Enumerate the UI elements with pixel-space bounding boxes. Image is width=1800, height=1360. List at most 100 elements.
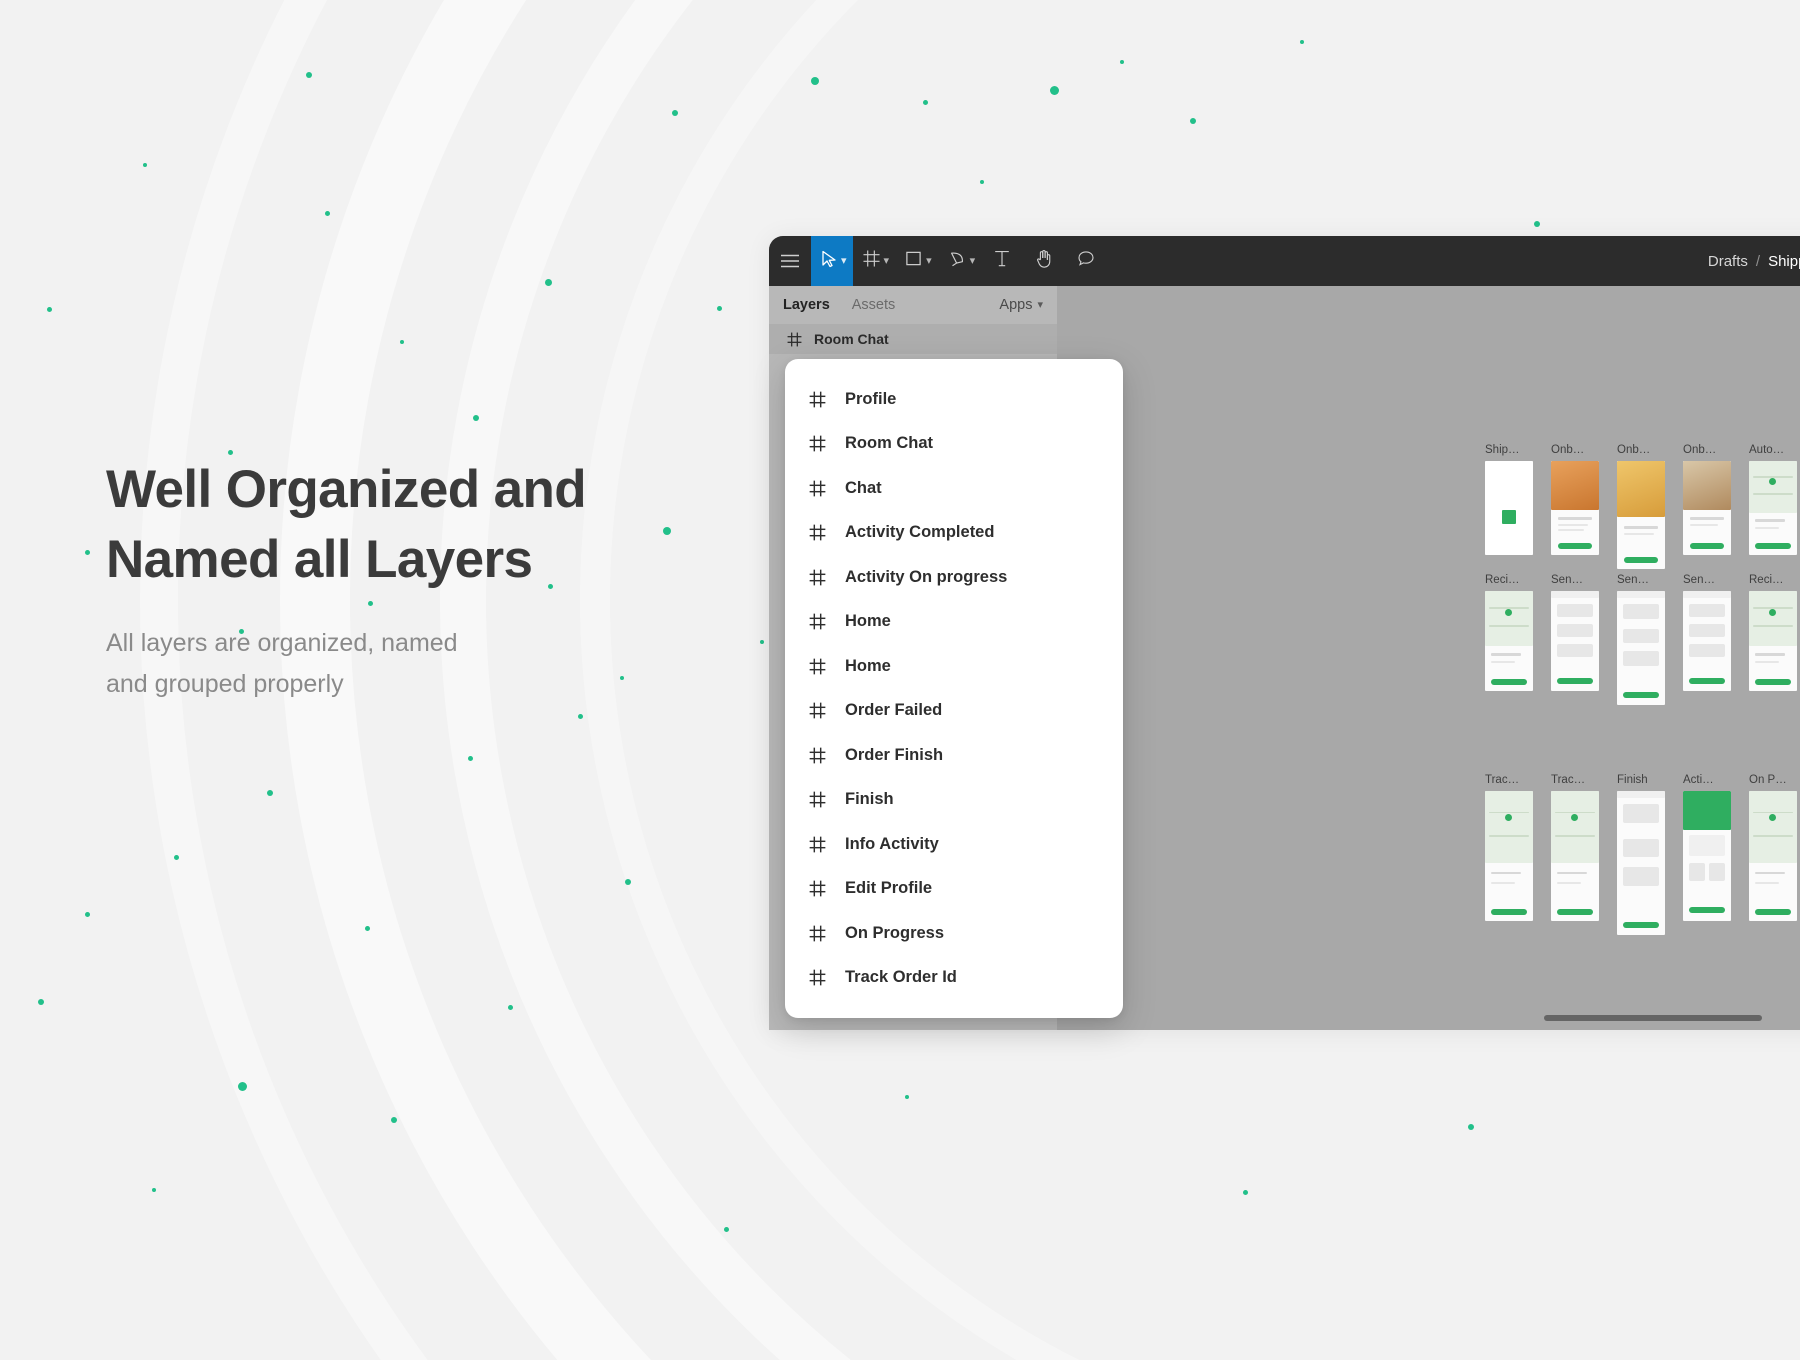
canvas-artboard[interactable]: Reci… (1485, 574, 1533, 705)
hamburger-menu-icon[interactable] (769, 236, 811, 286)
frame-hash-icon (809, 836, 826, 853)
dropdown-item-edit-profile[interactable]: Edit Profile (785, 867, 1123, 912)
artboard-thumbnail[interactable] (1683, 791, 1731, 921)
artboard-label: Trac… (1485, 774, 1520, 786)
frame-hash-icon (809, 391, 826, 408)
canvas-artboard[interactable]: Trac… (1551, 774, 1599, 935)
canvas-artboard[interactable]: Reci… (1749, 574, 1797, 705)
frame-hash-icon (809, 747, 826, 764)
dropdown-item-profile[interactable]: Profile (785, 377, 1123, 422)
dropdown-item-finish[interactable]: Finish (785, 778, 1123, 823)
tool-comment[interactable] (1065, 236, 1107, 286)
tool-move[interactable]: ▾ (811, 236, 853, 286)
tool-rectangle[interactable]: ▾ (895, 236, 938, 286)
figma-canvas[interactable]: Ship…Onb…Onb…Onb…Auto…HomeHomeMy…Reci…Se… (1057, 286, 1800, 1030)
subcopy-line-2: and grouped properly (106, 670, 344, 698)
tab-assets[interactable]: Assets (852, 297, 896, 313)
tab-layers[interactable]: Layers (783, 297, 830, 313)
dropdown-item-label: On Progress (845, 923, 945, 942)
artboard-thumbnail[interactable] (1749, 461, 1797, 555)
headline-line-1: Well Organized and (106, 460, 587, 519)
apps-dropdown[interactable]: Apps ▾ (999, 297, 1043, 313)
dropdown-item-home[interactable]: Home (785, 600, 1123, 645)
breadcrumb[interactable]: Drafts / Shipping ▾ (1708, 236, 1800, 286)
artboard-thumbnail[interactable] (1683, 591, 1731, 691)
canvas-frame-row: Trac…Trac…FinishActi…On P…Acti…Info …Ch… (1485, 774, 1800, 935)
dropdown-item-label: Home (845, 612, 891, 631)
artboard-thumbnail[interactable] (1485, 791, 1533, 921)
dropdown-item-chat[interactable]: Chat (785, 466, 1123, 511)
dropdown-item-label: Profile (845, 389, 897, 408)
canvas-artboard[interactable]: Onb… (1551, 444, 1599, 569)
dropdown-item-activity-on-progress[interactable]: Activity On progress (785, 555, 1123, 600)
canvas-artboard[interactable]: On P… (1749, 774, 1797, 935)
horizontal-scrollbar[interactable] (1544, 1015, 1762, 1021)
canvas-artboard[interactable]: Finish (1617, 774, 1665, 935)
dropdown-item-label: Activity On progress (845, 567, 1008, 586)
comment-icon (1077, 250, 1095, 272)
chevron-down-icon: ▾ (1037, 298, 1043, 311)
dropdown-item-info-activity[interactable]: Info Activity (785, 822, 1123, 867)
tool-hand[interactable] (1023, 236, 1065, 286)
dropdown-item-track-order-id[interactable]: Track Order Id (785, 956, 1123, 1001)
canvas-artboard[interactable]: Onb… (1617, 444, 1665, 569)
artboard-thumbnail[interactable] (1485, 591, 1533, 691)
frame-hash-icon (787, 332, 802, 347)
tool-pen[interactable]: ▾ (938, 236, 982, 286)
breadcrumb-project[interactable]: Drafts (1708, 253, 1748, 270)
frame-hash-icon (809, 925, 826, 942)
artboard-label: Reci… (1485, 574, 1520, 586)
text-icon (994, 250, 1010, 272)
frame-hash-icon (809, 791, 826, 808)
artboard-thumbnail[interactable] (1749, 591, 1797, 691)
tool-frame[interactable]: ▾ (853, 236, 896, 286)
artboard-label: Onb… (1683, 444, 1717, 456)
artboard-thumbnail[interactable] (1485, 461, 1533, 555)
rectangle-icon (905, 250, 922, 272)
frame-hash-icon (809, 658, 826, 675)
artboard-thumbnail[interactable] (1749, 791, 1797, 921)
canvas-artboard[interactable]: Trac… (1485, 774, 1533, 935)
dropdown-item-on-progress[interactable]: On Progress (785, 911, 1123, 956)
canvas-artboard[interactable]: Auto… (1749, 444, 1797, 569)
layer-row-room-chat[interactable]: Room Chat (769, 324, 1057, 354)
frame-icon (863, 250, 880, 272)
dropdown-item-activity-completed[interactable]: Activity Completed (785, 511, 1123, 556)
artboard-label: Finish (1617, 774, 1648, 786)
canvas-artboard[interactable]: Acti… (1683, 774, 1731, 935)
artboard-thumbnail[interactable] (1617, 591, 1665, 705)
dropdown-item-order-failed[interactable]: Order Failed (785, 689, 1123, 734)
artboard-label: Sen… (1617, 574, 1649, 586)
artboard-thumbnail[interactable] (1617, 791, 1665, 935)
frame-hash-icon (809, 969, 826, 986)
frame-hash-icon (809, 524, 826, 541)
dropdown-item-room-chat[interactable]: Room Chat (785, 422, 1123, 467)
pen-icon (948, 250, 966, 273)
panel-tab-bar: Layers Assets Apps ▾ (769, 286, 1057, 324)
canvas-frame-row: Reci…Sen…Sen…Sen…Reci…Mak…Orde…On… (1485, 574, 1800, 705)
breadcrumb-file[interactable]: Shipping (1768, 253, 1800, 270)
dropdown-item-home[interactable]: Home (785, 644, 1123, 689)
layer-label: Room Chat (814, 331, 889, 347)
layer-dropdown-menu[interactable]: Profile Room Chat Chat Activity Completed Ac… (785, 359, 1123, 1018)
artboard-thumbnail[interactable] (1551, 791, 1599, 921)
artboard-thumbnail[interactable] (1617, 461, 1665, 569)
artboard-thumbnail[interactable] (1683, 461, 1731, 555)
canvas-artboard[interactable]: Sen… (1683, 574, 1731, 705)
artboard-thumbnail[interactable] (1551, 591, 1599, 691)
chevron-down-icon: ▾ (841, 254, 847, 267)
artboard-thumbnail[interactable] (1551, 461, 1599, 555)
chevron-down-icon: ▾ (883, 254, 890, 267)
page-title: Well Organized and Named all Layers (106, 455, 726, 595)
tool-text[interactable] (981, 236, 1023, 286)
dropdown-item-label: Home (845, 656, 891, 675)
dropdown-item-order-finish[interactable]: Order Finish (785, 733, 1123, 778)
artboard-label: Acti… (1683, 774, 1714, 786)
cursor-move-icon (821, 250, 837, 273)
canvas-artboard[interactable]: Ship… (1485, 444, 1533, 569)
canvas-artboard[interactable]: Onb… (1683, 444, 1731, 569)
canvas-artboard[interactable]: Sen… (1617, 574, 1665, 705)
figma-toolbar: ▾ ▾ ▾ ▾ Drafts / Ship (769, 236, 1800, 286)
canvas-artboard[interactable]: Sen… (1551, 574, 1599, 705)
dropdown-item-label: Track Order Id (845, 968, 957, 987)
